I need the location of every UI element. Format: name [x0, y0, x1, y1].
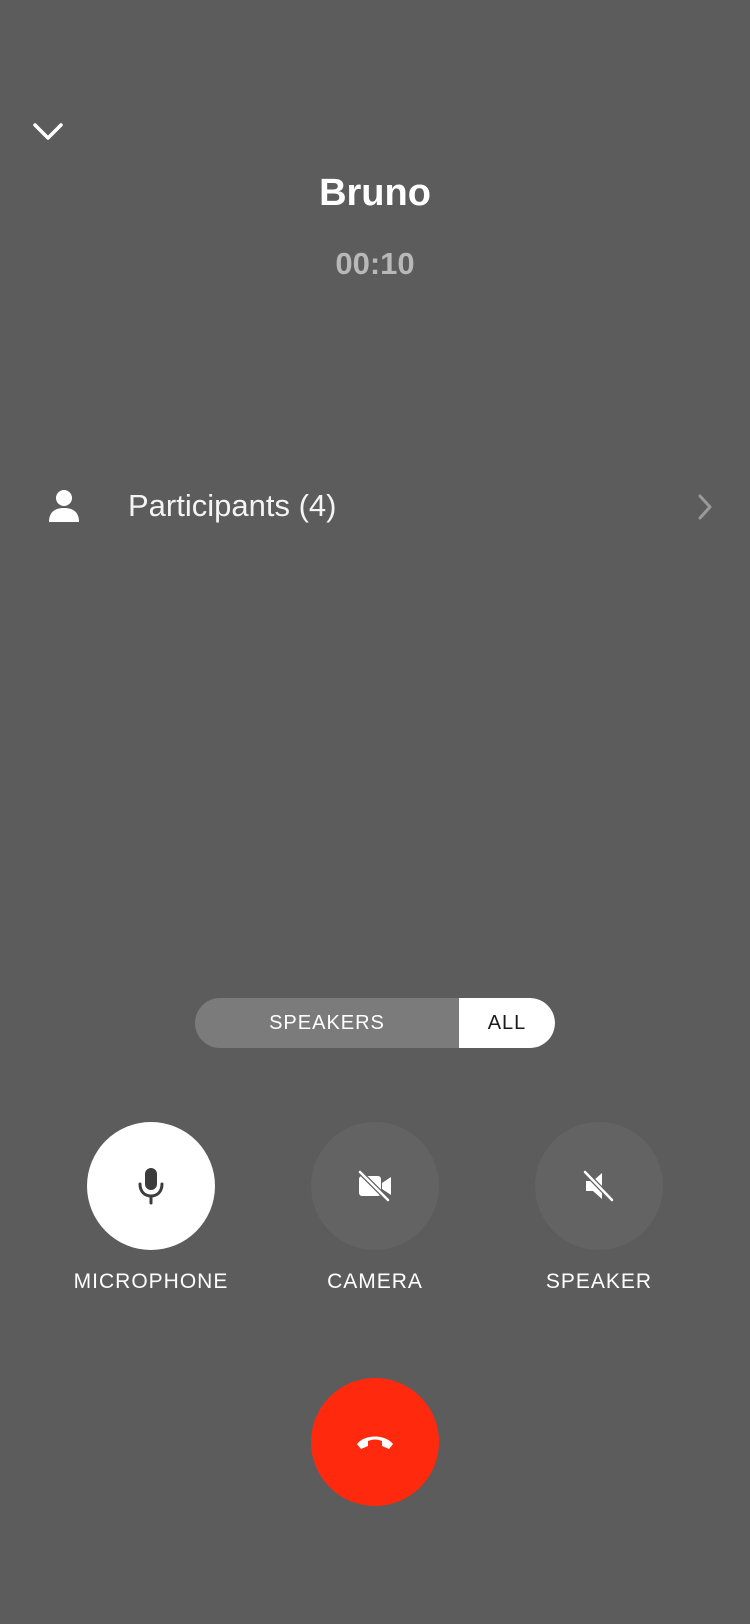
speaker-label: SPEAKER: [545, 1270, 653, 1293]
participants-row[interactable]: Participants (4): [0, 470, 750, 542]
chevron-right-icon: [698, 494, 712, 520]
hang-up-icon: [357, 1436, 393, 1449]
speaker-button[interactable]: [535, 1122, 663, 1250]
microphone-icon: [138, 1168, 164, 1205]
person-icon: [49, 490, 79, 522]
collapse-button[interactable]: [28, 112, 68, 152]
microphone-control: MICROPHONE: [51, 1122, 251, 1294]
microphone-label: MICROPHONE: [73, 1270, 229, 1293]
participants-label: Participants (4): [128, 488, 337, 523]
speaker-muted-icon: [582, 1169, 615, 1203]
chevron-down-icon: [33, 123, 63, 140]
speaker-control: SPEAKER: [499, 1122, 699, 1294]
camera-label: CAMERA: [327, 1270, 423, 1293]
call-timer: 00:10: [335, 246, 415, 281]
toggle-all[interactable]: ALL: [459, 998, 555, 1048]
camera-control: CAMERA: [275, 1122, 475, 1294]
microphone-button[interactable]: [87, 1122, 215, 1250]
caller-name: Bruno: [319, 172, 431, 214]
camera-button[interactable]: [311, 1122, 439, 1250]
end-call-button[interactable]: [311, 1378, 439, 1506]
view-toggle: SPEAKERS ALL: [195, 998, 555, 1048]
toggle-speakers[interactable]: SPEAKERS: [195, 998, 459, 1048]
camera-off-icon: [357, 1170, 391, 1202]
